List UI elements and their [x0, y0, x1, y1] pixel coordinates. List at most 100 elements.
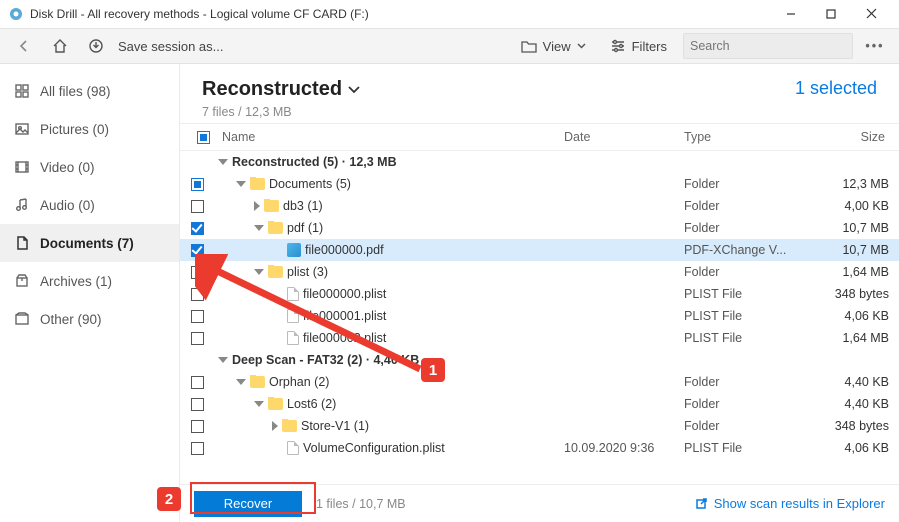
collapse-icon[interactable] — [254, 269, 264, 275]
folder-icon — [268, 266, 283, 278]
row-checkbox[interactable] — [191, 288, 204, 301]
table-row[interactable]: file000000.plistPLIST File348 bytes — [180, 283, 899, 305]
more-button[interactable]: ••• — [861, 39, 889, 53]
col-type[interactable]: Type — [680, 130, 810, 144]
row-name: file000002.plist — [303, 331, 386, 345]
row-name: Store-V1 (1) — [301, 419, 369, 433]
window-title: Disk Drill - All recovery methods - Logi… — [30, 7, 369, 21]
minimize-button[interactable] — [771, 2, 811, 26]
collapse-icon[interactable] — [218, 159, 228, 165]
table-row[interactable]: db3 (1)Folder4,00 KB — [180, 195, 899, 217]
row-type: Folder — [684, 199, 814, 213]
row-type: PLIST File — [684, 287, 814, 301]
table-row[interactable]: Store-V1 (1)Folder348 bytes — [180, 415, 899, 437]
content-title[interactable]: Reconstructed — [202, 78, 360, 101]
show-in-explorer-link[interactable]: Show scan results in Explorer — [694, 496, 885, 511]
sidebar-item-label: Pictures (0) — [40, 122, 109, 137]
save-session-label[interactable]: Save session as... — [118, 39, 224, 54]
row-name: Documents (5) — [269, 177, 351, 191]
expand-icon[interactable] — [272, 421, 278, 431]
collapse-icon[interactable] — [236, 181, 246, 187]
row-size: 4,40 KB — [814, 375, 899, 389]
row-date: 10.09.2020 9:36 — [564, 441, 684, 455]
row-checkbox[interactable] — [191, 222, 204, 235]
row-type: Folder — [684, 375, 814, 389]
row-checkbox[interactable] — [191, 442, 204, 455]
content-subtitle: 7 files / 12,3 MB — [202, 105, 360, 119]
sidebar-item-video[interactable]: Video (0) — [0, 148, 179, 186]
row-name: plist (3) — [287, 265, 328, 279]
col-size[interactable]: Size — [810, 130, 895, 144]
row-checkbox[interactable] — [191, 310, 204, 323]
folder-icon — [521, 39, 537, 53]
group-header[interactable]: Deep Scan - FAT32 (2) · 4,40 KB — [180, 349, 899, 371]
row-checkbox[interactable] — [191, 420, 204, 433]
sidebar-item-label: All files (98) — [40, 84, 111, 99]
search-input[interactable] — [683, 33, 853, 59]
collapse-icon[interactable] — [218, 357, 228, 363]
row-name: Orphan (2) — [269, 375, 329, 389]
row-size: 1,64 MB — [814, 265, 899, 279]
document-icon — [14, 235, 30, 251]
collapse-icon[interactable] — [254, 401, 264, 407]
row-checkbox[interactable] — [191, 376, 204, 389]
filters-button[interactable]: Filters — [602, 32, 675, 60]
table-row[interactable]: plist (3)Folder1,64 MB — [180, 261, 899, 283]
row-checkbox[interactable] — [191, 244, 204, 257]
sidebar-item-document[interactable]: Documents (7) — [0, 224, 179, 262]
sidebar-item-audio[interactable]: Audio (0) — [0, 186, 179, 224]
row-name: pdf (1) — [287, 221, 323, 235]
maximize-button[interactable] — [811, 2, 851, 26]
folder-icon — [282, 420, 297, 432]
row-name: file000001.plist — [303, 309, 386, 323]
table-row[interactable]: Lost6 (2)Folder4,40 KB — [180, 393, 899, 415]
collapse-icon[interactable] — [254, 225, 264, 231]
col-name[interactable]: Name — [218, 130, 560, 144]
row-checkbox[interactable] — [191, 332, 204, 345]
sidebar-item-label: Other (90) — [40, 312, 102, 327]
home-button[interactable] — [46, 32, 74, 60]
table-row[interactable]: file000001.plistPLIST File4,06 KB — [180, 305, 899, 327]
folder-icon — [264, 200, 279, 212]
sidebar-item-label: Audio (0) — [40, 198, 95, 213]
sidebar-item-label: Documents (7) — [40, 236, 134, 251]
sidebar-item-grid[interactable]: All files (98) — [0, 72, 179, 110]
folder-icon — [268, 398, 283, 410]
view-dropdown[interactable]: View — [513, 32, 594, 60]
save-session-icon[interactable] — [82, 32, 110, 60]
row-size: 4,40 KB — [814, 397, 899, 411]
expand-icon[interactable] — [254, 201, 260, 211]
sidebar-item-archive[interactable]: Archives (1) — [0, 262, 179, 300]
row-checkbox[interactable] — [191, 266, 204, 279]
file-icon — [287, 287, 299, 301]
sidebar-item-other[interactable]: Other (90) — [0, 300, 179, 338]
row-type: PLIST File — [684, 331, 814, 345]
row-name: Lost6 (2) — [287, 397, 336, 411]
sidebar-item-picture[interactable]: Pictures (0) — [0, 110, 179, 148]
table-row[interactable]: file000000.pdfPDF-XChange V...10,7 MB — [180, 239, 899, 261]
table-row[interactable]: file000002.plist PLIST File1,64 MB — [180, 327, 899, 349]
pdf-icon — [287, 243, 301, 257]
row-size: 1,64 MB — [814, 331, 899, 345]
row-checkbox[interactable] — [191, 398, 204, 411]
sliders-icon — [610, 39, 626, 53]
close-button[interactable] — [851, 2, 891, 26]
file-icon — [287, 331, 299, 345]
row-checkbox[interactable] — [191, 200, 204, 213]
table-row[interactable]: Orphan (2) Folder4,40 KB — [180, 371, 899, 393]
row-checkbox[interactable] — [191, 178, 204, 191]
group-header[interactable]: Reconstructed (5) · 12,3 MB — [180, 151, 899, 173]
row-name: Reconstructed (5) · 12,3 MB — [232, 155, 397, 169]
table-row[interactable]: pdf (1)Folder10,7 MB — [180, 217, 899, 239]
external-link-icon — [694, 497, 708, 511]
table-row[interactable]: Documents (5)Folder12,3 MB — [180, 173, 899, 195]
sidebar-item-label: Video (0) — [40, 160, 95, 175]
recover-button[interactable]: Recover — [194, 491, 302, 517]
col-date[interactable]: Date — [560, 130, 680, 144]
app-icon — [8, 6, 24, 22]
select-all-checkbox[interactable] — [197, 131, 210, 144]
back-button[interactable] — [10, 32, 38, 60]
table-row[interactable]: VolumeConfiguration.plist10.09.2020 9:36… — [180, 437, 899, 459]
collapse-icon[interactable] — [236, 379, 246, 385]
audio-icon — [14, 197, 30, 213]
